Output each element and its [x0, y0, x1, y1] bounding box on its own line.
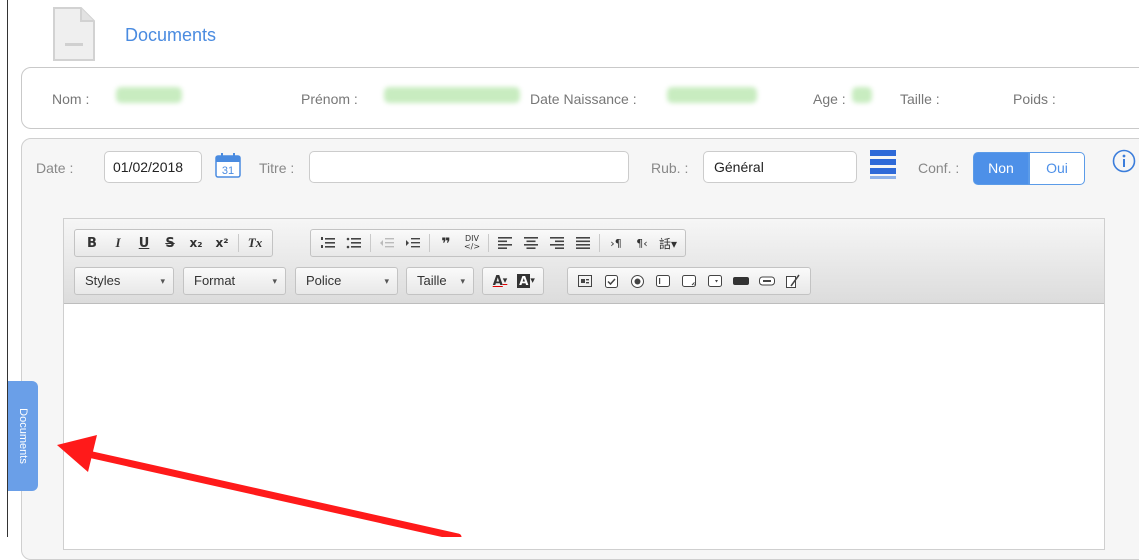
toolbar-separator	[488, 234, 489, 252]
justify-icon[interactable]	[572, 232, 594, 254]
text-color-button[interactable]: A ▾	[489, 270, 511, 292]
toolbar-separator	[599, 234, 600, 252]
rub-input[interactable]: Général	[703, 151, 857, 183]
toolbar-separator	[238, 234, 239, 252]
date-naissance-label: Date Naissance :	[530, 91, 637, 107]
outdent-icon[interactable]	[376, 232, 398, 254]
police-combo-label: Police	[306, 273, 342, 288]
toolbar-separator	[429, 234, 430, 252]
align-right-icon[interactable]	[546, 232, 568, 254]
nom-value-redacted	[116, 87, 182, 103]
age-label: Age :	[813, 91, 846, 107]
document-icon	[53, 7, 95, 61]
nom-label: Nom :	[52, 91, 90, 107]
basic-styles-group: B I U S x₂ x² Tx	[74, 229, 273, 257]
select-field-icon[interactable]	[704, 270, 726, 292]
police-combo[interactable]: Police ▾	[295, 267, 398, 295]
image-button-icon[interactable]	[756, 270, 778, 292]
poids-label: Poids :	[1013, 91, 1056, 107]
side-tab-label: Documents	[17, 408, 29, 464]
strike-button[interactable]: S	[159, 232, 181, 254]
form-controls-group	[567, 267, 811, 295]
titre-label: Titre :	[259, 160, 295, 176]
ltr-icon[interactable]: ›¶	[605, 232, 627, 254]
list-picker-icon[interactable]	[870, 150, 896, 180]
editor-content-area[interactable]	[64, 304, 1104, 549]
superscript-button[interactable]: x²	[211, 232, 233, 254]
confidential-toggle: Non Oui	[973, 152, 1085, 185]
button-field-icon[interactable]	[730, 270, 752, 292]
paragraph-group: ❞ DIV </> ›¶ ¶‹ 話▾	[310, 229, 686, 257]
align-left-icon[interactable]	[494, 232, 516, 254]
underline-button[interactable]: U	[133, 232, 155, 254]
titre-input[interactable]	[309, 151, 629, 183]
chevron-down-icon: ▾	[460, 276, 465, 286]
language-icon[interactable]: 話▾	[657, 232, 679, 254]
remove-format-button[interactable]: Tx	[244, 232, 266, 254]
format-combo-label: Format	[194, 273, 236, 288]
prenom-label: Prénom :	[301, 91, 358, 107]
align-center-icon[interactable]	[520, 232, 542, 254]
chevron-down-icon: ▾	[384, 276, 389, 286]
rtl-icon[interactable]: ¶‹	[631, 232, 653, 254]
indent-icon[interactable]	[402, 232, 424, 254]
prenom-value-redacted	[384, 87, 520, 103]
rich-text-editor: B I U S x₂ x² Tx ❞ DIV </> ›¶ ¶‹ 話▾ Styl…	[63, 218, 1105, 550]
format-combo[interactable]: Format ▾	[183, 267, 286, 295]
conf-non-option[interactable]: Non	[973, 152, 1029, 185]
taille-combo[interactable]: Taille ▾	[406, 267, 474, 295]
conf-oui-option[interactable]: Oui	[1029, 152, 1085, 185]
date-input[interactable]: 01/02/2018	[104, 151, 202, 183]
div-container-icon[interactable]: DIV </>	[461, 232, 483, 254]
text-color-label: A	[492, 273, 503, 289]
age-value-redacted	[852, 87, 872, 103]
documents-side-tab[interactable]: Documents	[8, 381, 38, 491]
conf-label: Conf. :	[918, 160, 960, 176]
italic-button[interactable]: I	[107, 232, 129, 254]
styles-combo-label: Styles	[85, 273, 121, 288]
blockquote-icon[interactable]: ❞	[435, 232, 457, 254]
page-title: Documents	[125, 25, 217, 45]
date-naissance-value-redacted	[667, 87, 757, 103]
hidden-field-icon[interactable]	[782, 270, 804, 292]
chevron-down-icon: ▾	[160, 276, 165, 286]
info-icon[interactable]	[1112, 149, 1136, 173]
bulleted-list-icon[interactable]	[343, 232, 365, 254]
radio-button-icon[interactable]	[626, 270, 648, 292]
bold-button[interactable]: B	[81, 232, 103, 254]
bg-color-label: A	[517, 274, 531, 288]
calendar-icon[interactable]: 31	[215, 152, 241, 178]
color-group: A ▾ A ▾	[482, 267, 544, 295]
numbered-list-icon[interactable]	[317, 232, 339, 254]
textarea-icon[interactable]	[678, 270, 700, 292]
background-color-button[interactable]: A ▾	[515, 270, 537, 292]
rub-label: Rub. :	[651, 160, 689, 176]
form-icon[interactable]	[574, 270, 596, 292]
taille-combo-label: Taille	[417, 273, 447, 288]
subscript-button[interactable]: x₂	[185, 232, 207, 254]
styles-combo[interactable]: Styles ▾	[74, 267, 174, 295]
chevron-down-icon: ▾	[272, 276, 277, 286]
taille-label: Taille :	[900, 91, 940, 107]
date-label: Date :	[36, 160, 74, 176]
editor-toolbar: B I U S x₂ x² Tx ❞ DIV </> ›¶ ¶‹ 話▾ Styl…	[64, 219, 1104, 304]
calendar-day: 31	[222, 165, 234, 177]
text-field-icon[interactable]	[652, 270, 674, 292]
toolbar-separator	[370, 234, 371, 252]
checkbox-icon[interactable]	[600, 270, 622, 292]
